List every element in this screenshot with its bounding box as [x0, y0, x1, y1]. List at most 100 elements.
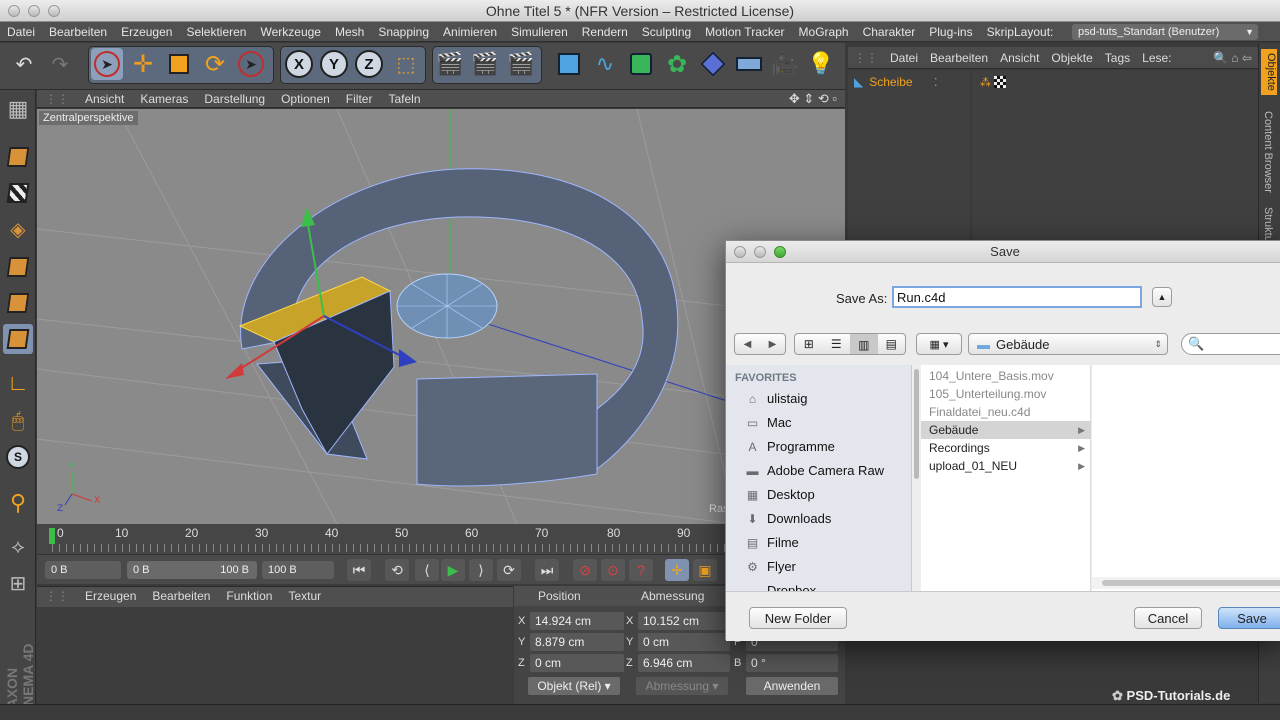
next-frame-icon[interactable]: ⟩: [469, 559, 493, 581]
object-row-scheibe[interactable]: ◣ Scheibe ⁚ ⁂: [854, 74, 1006, 90]
objects-menu-objekte[interactable]: Objekte: [1045, 47, 1098, 69]
coverflow-view-icon[interactable]: ▤: [878, 337, 906, 351]
objects-menu-ansicht[interactable]: Ansicht: [994, 47, 1045, 69]
layout-select[interactable]: psd-tuts_Standart (Benutzer) ▼: [1072, 24, 1258, 40]
workplane-mode-icon[interactable]: ◈: [3, 214, 33, 244]
size-y-field[interactable]: 0 cm: [638, 633, 730, 651]
coordinate-system-icon[interactable]: ⬚: [390, 48, 422, 80]
tab-objekte[interactable]: Objekte: [1261, 49, 1277, 95]
tweak-mode-icon[interactable]: 🖱: [3, 406, 33, 436]
menu-mograph[interactable]: MoGraph: [792, 22, 856, 42]
grid-icon[interactable]: ⊞: [3, 568, 33, 598]
model-mode-icon[interactable]: [3, 142, 33, 172]
objects-menu-bearbeiten[interactable]: Bearbeiten: [924, 47, 994, 69]
save-button[interactable]: Save: [1218, 607, 1280, 629]
size-mode-select[interactable]: Abmessung ▾: [636, 677, 728, 695]
keyframe-selection-icon[interactable]: ?: [629, 559, 653, 581]
undo-icon[interactable]: ↶: [8, 48, 40, 80]
cancel-button[interactable]: Cancel: [1134, 607, 1202, 629]
dialog-zoom-button[interactable]: [774, 246, 786, 258]
menu-selektieren[interactable]: Selektieren: [179, 22, 253, 42]
rot-b-field[interactable]: 0 °: [746, 654, 838, 672]
end-frame-field[interactable]: 100 B: [262, 561, 334, 579]
menu-werkzeuge[interactable]: Werkzeuge: [253, 22, 327, 42]
viewport-menu-tafeln[interactable]: Tafeln: [380, 90, 428, 108]
back-icon[interactable]: ◀: [744, 339, 752, 350]
magnet-icon[interactable]: ⚲: [3, 488, 33, 518]
spline-icon[interactable]: ∿: [589, 48, 621, 80]
location-select[interactable]: ▬ Gebäude ⇕: [968, 333, 1168, 355]
camera-icon[interactable]: 🎥: [769, 48, 801, 80]
viewport-menu-kameras[interactable]: Kameras: [132, 90, 196, 108]
zoom-window-button[interactable]: [48, 5, 60, 17]
redo-icon[interactable]: ↷: [44, 48, 76, 80]
pos-x-field[interactable]: 14.924 cm: [530, 612, 624, 630]
viewport-menu-optionen[interactable]: Optionen: [273, 90, 338, 108]
menu-motion-tracker[interactable]: Motion Tracker: [698, 22, 791, 42]
scale-key-icon[interactable]: ▣: [693, 559, 717, 581]
material-menu-funktion[interactable]: Funktion: [218, 587, 280, 605]
file-item[interactable]: 105_Unterteilung.mov: [921, 385, 1091, 403]
nurbs-icon[interactable]: [625, 48, 657, 80]
texture-mode-icon[interactable]: [3, 178, 33, 208]
new-folder-button[interactable]: New Folder: [749, 607, 847, 629]
menu-sculpting[interactable]: Sculpting: [635, 22, 698, 42]
scale-icon[interactable]: [163, 48, 195, 80]
filename-input[interactable]: [892, 286, 1142, 308]
objects-menu-tags[interactable]: Tags: [1099, 47, 1136, 69]
sidebar-scrollbar[interactable]: [912, 365, 921, 591]
rotate-icon[interactable]: ⟳: [199, 48, 231, 80]
viewport-scene[interactable]: Y X Z: [37, 109, 845, 524]
prev-frame-icon[interactable]: ⟨: [415, 559, 439, 581]
menu-plugins[interactable]: Plug-ins: [922, 22, 979, 42]
arrange-button[interactable]: ▦ ▾: [916, 333, 962, 355]
sidebar-item-programme[interactable]: A Programme: [744, 439, 834, 454]
axis-mode-icon[interactable]: ∟: [3, 368, 33, 398]
texture-tag-icon[interactable]: [994, 76, 1006, 88]
objects-nav-icons[interactable]: 🔍 ⌂ ⇦: [1213, 47, 1252, 69]
minimize-window-button[interactable]: [28, 5, 40, 17]
size-z-field[interactable]: 6.946 cm: [638, 654, 730, 672]
record-icon[interactable]: ⊘: [573, 559, 597, 581]
points-mode-icon[interactable]: [3, 252, 33, 282]
menu-datei[interactable]: Datei: [0, 22, 42, 42]
sidebar-item-ulistaig[interactable]: ⌂ ulistaig: [744, 391, 808, 406]
close-window-button[interactable]: [8, 5, 20, 17]
column-view-icon[interactable]: ▥: [850, 334, 878, 354]
material-menu-bearbeiten[interactable]: Bearbeiten: [144, 587, 218, 605]
start-frame-field[interactable]: 0 B: [45, 561, 121, 579]
coord-mode-select[interactable]: Objekt (Rel) ▾: [528, 677, 620, 695]
next-key-icon[interactable]: ⟳: [497, 559, 521, 581]
z-axis-lock-button[interactable]: Z: [353, 48, 385, 80]
x-axis-lock-button[interactable]: X: [283, 48, 315, 80]
sidebar-item-adobe-camera-raw[interactable]: ▬ Adobe Camera Raw: [744, 463, 885, 478]
menu-snapping[interactable]: Snapping: [371, 22, 436, 42]
light-icon[interactable]: 💡: [805, 48, 837, 80]
objects-menu-datei[interactable]: Datei: [884, 47, 924, 69]
viewport-menu-darstellung[interactable]: Darstellung: [196, 90, 273, 108]
play-icon[interactable]: ▶: [441, 559, 465, 581]
goto-end-icon[interactable]: ⏭: [535, 559, 559, 581]
polygons-mode-icon[interactable]: [3, 324, 33, 354]
size-x-field[interactable]: 10.152 cm: [638, 612, 730, 630]
folder-item[interactable]: Recordings ▶: [921, 439, 1091, 457]
autokey-icon[interactable]: ⊙: [601, 559, 625, 581]
live-selection-icon[interactable]: ➤: [91, 48, 123, 80]
list-view-icon[interactable]: ☰: [823, 337, 851, 351]
pos-z-field[interactable]: 0 cm: [530, 654, 624, 672]
3d-viewport[interactable]: YXZ Zentralperspektive Ras: [37, 109, 845, 524]
sidebar-item-dropbox[interactable]: ▬ Dropbox: [744, 583, 817, 591]
sidebar-item-filme[interactable]: ▤ Filme: [744, 535, 799, 550]
phong-tag-icon[interactable]: ⁂: [980, 76, 991, 89]
playhead[interactable]: [49, 528, 55, 544]
timeline[interactable]: 0 10 20 30 40 50 60 70 80 90: [37, 524, 845, 554]
snapping-icon[interactable]: S: [3, 442, 33, 472]
back-forward-buttons[interactable]: ◀ ▶: [734, 333, 786, 355]
prev-key-icon[interactable]: ⟲: [385, 559, 409, 581]
position-key-icon[interactable]: ✛: [665, 559, 689, 581]
render-settings-icon[interactable]: 🎬: [505, 48, 537, 80]
menu-mesh[interactable]: Mesh: [328, 22, 371, 42]
goto-start-icon[interactable]: ⏮: [347, 559, 371, 581]
viewport-menu-filter[interactable]: Filter: [338, 90, 381, 108]
folder-item-selected[interactable]: Gebäude ▶: [921, 421, 1091, 439]
